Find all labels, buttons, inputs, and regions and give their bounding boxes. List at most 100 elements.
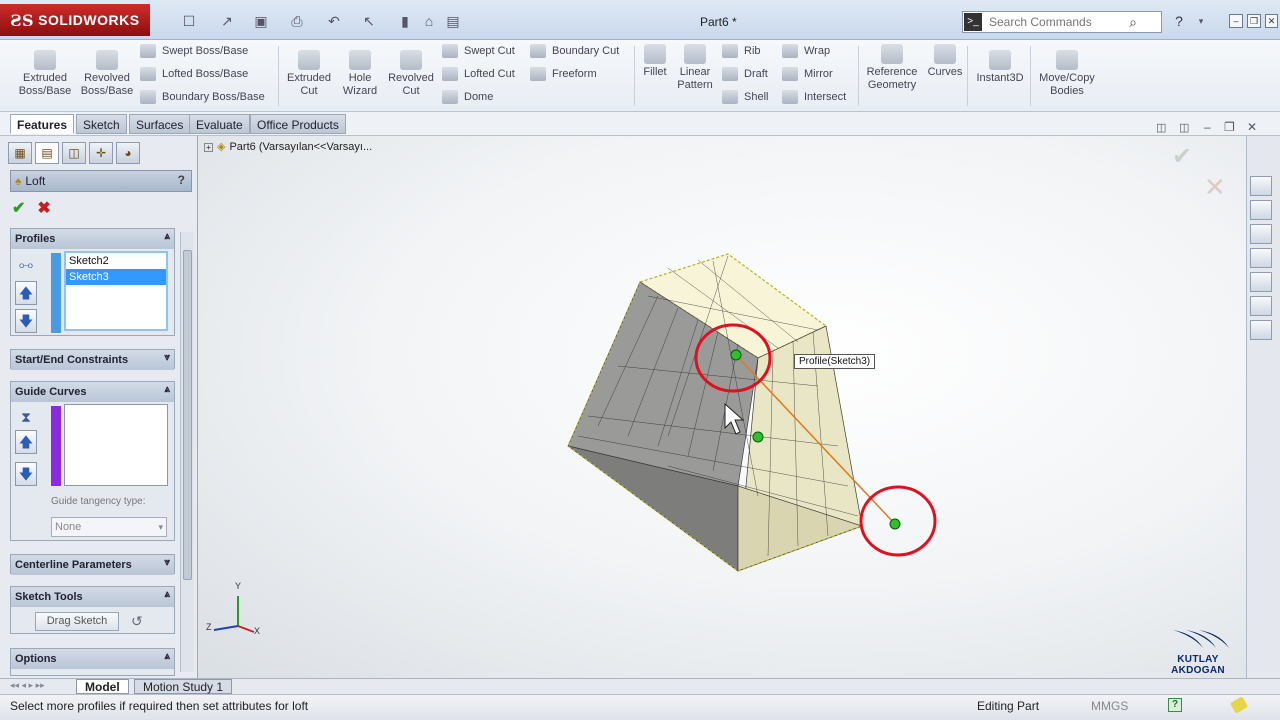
confirm-corner-ok-icon[interactable]: ✔ — [1172, 142, 1192, 171]
profiles-header[interactable]: Profiles ⩓ — [11, 229, 174, 249]
solidworks-resources-icon[interactable] — [1250, 176, 1272, 196]
centerline-parameters-group[interactable]: Centerline Parameters ⩔ — [10, 554, 175, 575]
configuration-manager-tab-icon[interactable]: ◫ — [62, 142, 86, 164]
swept-boss-button[interactable]: Swept Boss/Base — [140, 44, 248, 58]
help-button[interactable]: ? — [178, 173, 185, 187]
file-explorer-icon[interactable] — [1250, 248, 1272, 268]
confirm-corner-cancel-icon[interactable]: ✕ — [1204, 172, 1226, 203]
connector-point-end[interactable] — [889, 518, 901, 530]
collapse-icon[interactable]: ⩓ — [164, 651, 170, 662]
design-library-icon[interactable] — [1250, 224, 1272, 244]
list-item[interactable]: Sketch3 — [66, 269, 166, 285]
custom-properties-icon[interactable] — [1250, 320, 1272, 340]
restore-button[interactable]: ❐ — [1247, 14, 1261, 28]
collapse-icon[interactable]: ⩓ — [164, 231, 170, 242]
undo-sketch-icon[interactable]: ↺ — [131, 613, 143, 630]
save-icon[interactable]: ▣ — [252, 12, 270, 30]
lofted-boss-button[interactable]: Lofted Boss/Base — [140, 67, 248, 81]
minimize-button[interactable]: – — [1229, 14, 1243, 28]
viewport-minimize-icon[interactable]: – — [1204, 120, 1211, 134]
help-icon[interactable]: ? — [1170, 12, 1188, 30]
freeform-button[interactable]: Freeform — [530, 67, 597, 81]
options-header[interactable]: Options ⩓ — [11, 649, 174, 669]
tab-surfaces[interactable]: Surfaces — [129, 114, 191, 134]
new-document-icon[interactable]: ☐ — [180, 12, 198, 30]
expand-icon[interactable]: ⩔ — [164, 352, 170, 363]
swept-cut-button[interactable]: Swept Cut — [442, 44, 515, 58]
instant3d-button[interactable]: Instant3D — [972, 50, 1028, 85]
curves-button[interactable]: Curves — [924, 44, 966, 79]
guide-tangency-select[interactable]: None ▾ — [51, 517, 167, 537]
panel-scrollbar[interactable] — [180, 232, 194, 672]
centerline-parameters-header[interactable]: Centerline Parameters ⩔ — [11, 555, 174, 575]
dome-button[interactable]: Dome — [442, 90, 493, 104]
file-properties-icon[interactable]: ⌂ — [420, 12, 438, 30]
expand-icon[interactable]: ⩔ — [164, 557, 170, 568]
search-icon[interactable]: ⌕ — [1123, 14, 1143, 31]
move-up-button[interactable]: 🡅 — [15, 281, 37, 305]
profiles-list[interactable]: Sketch2 Sketch3 — [64, 251, 168, 331]
tab-sketch[interactable]: Sketch — [76, 114, 127, 134]
solidworks-logo[interactable]: ƧS SOLIDWORKS — [0, 4, 150, 36]
feature-manager-tab-icon[interactable]: ▦ — [8, 142, 32, 164]
tab-evaluate[interactable]: Evaluate — [189, 114, 250, 134]
collapse-icon[interactable]: ⩓ — [164, 384, 170, 395]
mirror-button[interactable]: Mirror — [782, 67, 833, 81]
viewport-split-icon[interactable]: ◫ — [1156, 121, 1166, 134]
view-palette-icon[interactable] — [1250, 272, 1272, 292]
tab-scroll-arrows-icon[interactable]: ◂◂ ◂ ▸ ▸▸ — [10, 680, 45, 691]
revolved-cut-button[interactable]: Revolved Cut — [384, 50, 438, 98]
guide-curves-header[interactable]: Guide Curves ⩓ — [11, 382, 174, 402]
move-down-button[interactable]: 🡇 — [15, 309, 37, 333]
move-up-button[interactable]: 🡅 — [15, 430, 37, 454]
hole-wizard-button[interactable]: Hole Wizard — [336, 50, 384, 98]
start-end-constraints-header[interactable]: Start/End Constraints ⩔ — [11, 350, 174, 370]
viewport-split-vertical-icon[interactable]: ◫ — [1179, 121, 1189, 134]
tab-features[interactable]: Features — [10, 114, 75, 134]
connector-point-mid[interactable] — [752, 431, 764, 443]
chevron-down-icon[interactable]: ▾ — [1192, 12, 1210, 30]
rebuild-icon[interactable]: ▮ — [396, 12, 414, 30]
graphics-viewport[interactable]: + ◈ Part6 (Varsayılan<<Varsayı... Y X Z … — [198, 136, 1246, 678]
reference-geometry-button[interactable]: Reference Geometry — [862, 44, 922, 92]
display-manager-tab-icon[interactable]: ◕ — [116, 142, 140, 164]
ok-check-icon[interactable]: ✔ — [12, 198, 25, 218]
tag-icon[interactable] — [1229, 696, 1249, 714]
home-icon[interactable] — [1250, 200, 1272, 220]
collapse-icon[interactable]: ⩓ — [164, 589, 170, 600]
unit-system[interactable]: MMGS — [1091, 699, 1128, 713]
options-icon[interactable]: ▤ — [444, 12, 462, 30]
close-window-button[interactable]: ✕ — [1265, 14, 1278, 28]
scrollbar-thumb[interactable] — [183, 250, 192, 580]
viewport-restore-icon[interactable]: ❐ — [1224, 120, 1235, 134]
search-commands-box[interactable]: >_ ⌕ — [962, 11, 1162, 33]
property-manager-tab-icon[interactable]: ▤ — [35, 142, 59, 164]
list-item[interactable]: Sketch2 — [66, 253, 166, 269]
extruded-boss-button[interactable]: Extruded Boss/Base — [16, 50, 74, 98]
shell-button[interactable]: Shell — [722, 90, 768, 104]
open-document-icon[interactable]: ↗ — [218, 12, 236, 30]
print-icon[interactable]: ⎙ — [288, 12, 306, 30]
quick-tips-icon[interactable]: ? — [1168, 698, 1182, 712]
move-down-button[interactable]: 🡇 — [15, 462, 37, 486]
extruded-cut-button[interactable]: Extruded Cut — [282, 50, 336, 98]
select-icon[interactable]: ↖ — [360, 12, 378, 30]
start-end-constraints-group[interactable]: Start/End Constraints ⩔ — [10, 349, 175, 370]
lofted-cut-button[interactable]: Lofted Cut — [442, 67, 515, 81]
boundary-boss-button[interactable]: Boundary Boss/Base — [140, 90, 265, 104]
dimxpert-manager-tab-icon[interactable]: ✛ — [89, 142, 113, 164]
wrap-button[interactable]: Wrap — [782, 44, 830, 58]
appearances-icon[interactable] — [1250, 296, 1272, 316]
move-copy-bodies-button[interactable]: Move/Copy Bodies — [1034, 50, 1100, 98]
search-input[interactable] — [983, 15, 1123, 29]
fillet-button[interactable]: Fillet — [638, 44, 672, 79]
intersect-button[interactable]: Intersect — [782, 90, 846, 104]
tab-office-products[interactable]: Office Products — [250, 114, 346, 134]
boundary-cut-button[interactable]: Boundary Cut — [530, 44, 619, 58]
draft-button[interactable]: Draft — [722, 67, 768, 81]
tab-model[interactable]: Model — [76, 679, 129, 694]
cancel-x-icon[interactable]: ✖ — [37, 198, 50, 218]
viewport-close-icon[interactable]: ✕ — [1247, 120, 1257, 134]
sketch-tools-header[interactable]: Sketch Tools ⩓ — [11, 587, 174, 607]
linear-pattern-button[interactable]: Linear Pattern — [674, 44, 716, 92]
